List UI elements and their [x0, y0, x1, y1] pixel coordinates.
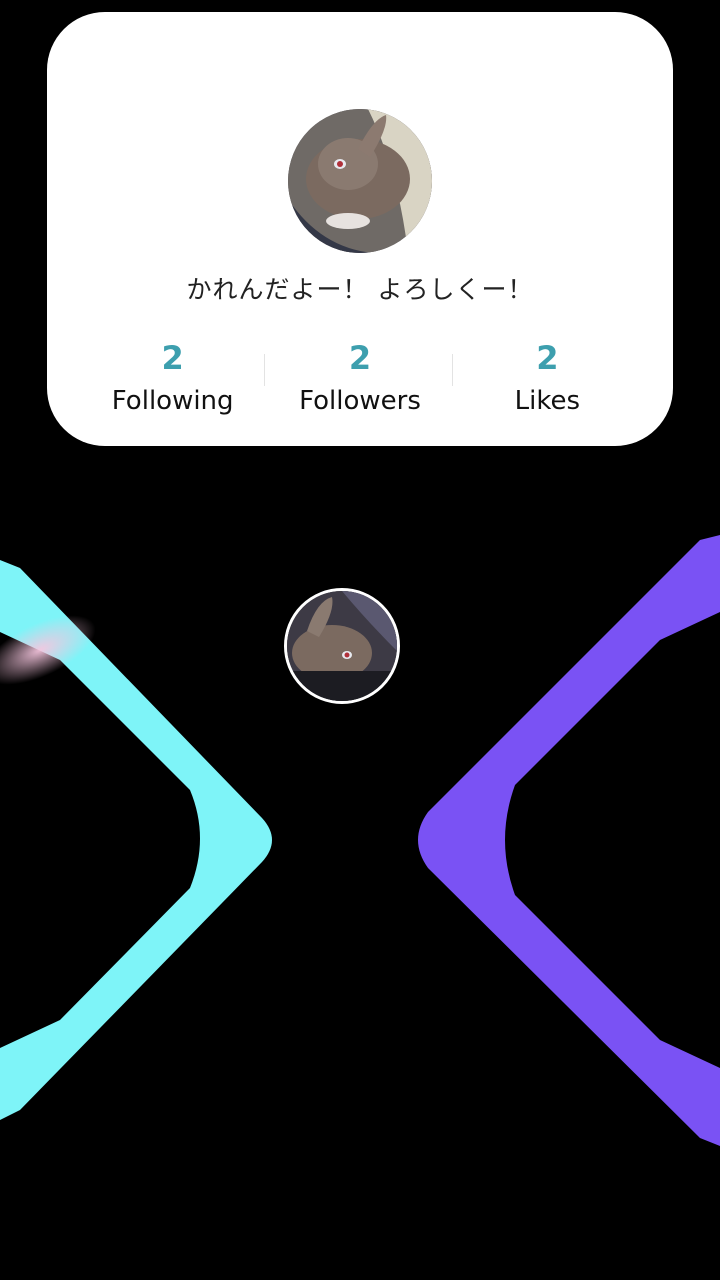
profile-avatar[interactable]: [288, 109, 432, 253]
following-count: 2: [161, 339, 184, 377]
profile-bio: かれんだよー！ よろしくー！: [186, 275, 534, 304]
stat-following[interactable]: 2 Following: [79, 338, 266, 428]
profile-card: かれんだよー！ よろしくー！ 2 Following 2 Followers 2…: [47, 12, 673, 446]
rabbit-photo-icon: [287, 591, 397, 701]
stat-divider: [264, 354, 266, 386]
stat-divider: [451, 354, 453, 386]
floating-avatar[interactable]: [284, 588, 400, 704]
likes-count: 2: [536, 339, 559, 377]
followers-count: 2: [348, 339, 372, 377]
stat-followers[interactable]: 2 Followers: [264, 338, 453, 428]
screen: かれんだよー！ よろしくー！ 2 Following 2 Followers 2…: [0, 0, 720, 1280]
followers-label: Followers: [299, 386, 421, 416]
rabbit-photo-icon: [288, 109, 432, 253]
stat-likes[interactable]: 2 Likes: [451, 338, 641, 428]
following-label: Following: [111, 386, 234, 416]
purple-chevron-shape: [418, 535, 720, 1146]
profile-stats: 2 Following 2 Followers 2 Likes: [79, 338, 641, 428]
likes-label: Likes: [514, 386, 581, 416]
